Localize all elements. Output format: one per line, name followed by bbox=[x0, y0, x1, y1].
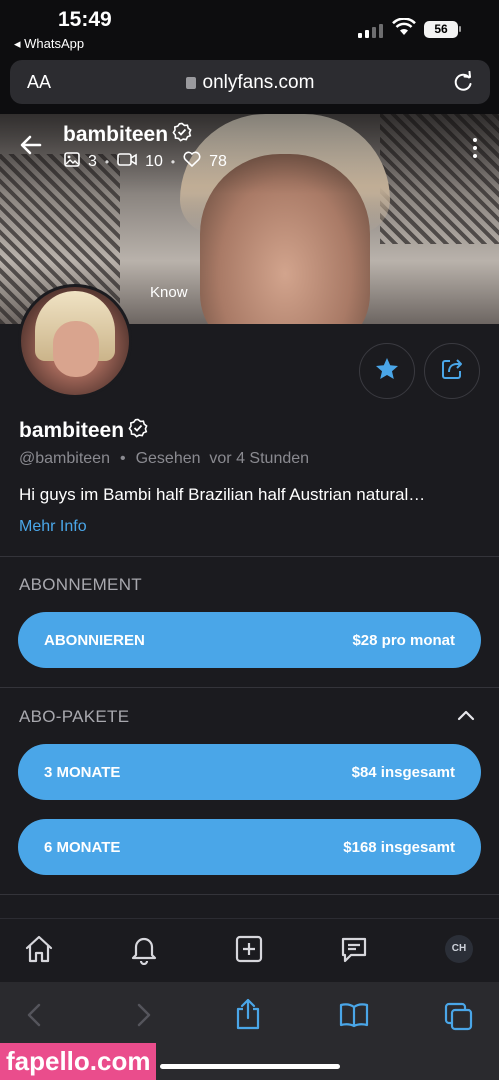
battery-indicator: 56 bbox=[424, 21, 458, 38]
url-display[interactable]: onlyfans.com bbox=[10, 72, 490, 94]
bundle-price: $168 insgesamt bbox=[343, 838, 455, 856]
back-arrow-icon[interactable] bbox=[20, 134, 42, 161]
header-stats: 3 • 10 • 78 bbox=[64, 151, 227, 172]
star-icon bbox=[374, 356, 400, 387]
profile-handle: @bambiteen bbox=[19, 450, 110, 467]
watermark: fapello.com bbox=[0, 1043, 157, 1080]
last-seen: Gesehen vor 4 Stunden bbox=[135, 450, 310, 467]
subscribe-button[interactable]: ABONNIEREN $28 pro monat bbox=[18, 612, 481, 668]
home-icon[interactable] bbox=[23, 933, 55, 970]
subscribe-label: ABONNIEREN bbox=[44, 631, 145, 649]
profile-name: bambiteen bbox=[19, 418, 148, 444]
profile-name-text: bambiteen bbox=[19, 419, 125, 442]
clock: 15:49 bbox=[58, 8, 112, 31]
safari-forward-icon[interactable] bbox=[132, 1002, 154, 1033]
subscribe-price: $28 pro monat bbox=[352, 631, 455, 649]
header-profile-name: bambiteen bbox=[63, 122, 192, 148]
divider bbox=[0, 894, 499, 895]
home-indicator bbox=[160, 1064, 340, 1069]
url-text: onlyfans.com bbox=[202, 72, 315, 93]
battery-tip bbox=[459, 26, 461, 32]
reload-icon[interactable] bbox=[452, 70, 474, 98]
more-info-link[interactable]: Mehr Info bbox=[19, 518, 87, 536]
bundles-title: ABO-PAKETE bbox=[19, 707, 130, 726]
header-name-text: bambiteen bbox=[63, 123, 169, 146]
browser-toolbar: AA onlyfans.com bbox=[0, 56, 499, 114]
add-square-icon[interactable] bbox=[233, 933, 265, 970]
bundle-button[interactable]: 6 MONATE $168 insgesamt bbox=[18, 819, 481, 875]
safari-share-icon[interactable] bbox=[234, 998, 262, 1035]
share-button[interactable] bbox=[424, 343, 480, 399]
handle-separator: • bbox=[119, 450, 126, 467]
bundle-label: 6 MONATE bbox=[44, 838, 121, 856]
wifi-icon bbox=[392, 17, 416, 41]
safari-back-icon[interactable] bbox=[24, 1002, 46, 1033]
bundle-price: $84 insgesamt bbox=[351, 763, 455, 781]
videos-count: 10 bbox=[145, 152, 163, 170]
app-bottom-nav: CH bbox=[0, 918, 499, 982]
divider bbox=[0, 556, 499, 557]
stats-separator: • bbox=[170, 154, 176, 169]
profile-handle-line: @bambiteen • Gesehen vor 4 Stunden bbox=[19, 450, 309, 468]
avatar-face bbox=[53, 321, 99, 377]
user-avatar-button[interactable]: CH bbox=[445, 935, 473, 963]
video-icon bbox=[117, 152, 137, 172]
lock-icon bbox=[185, 77, 196, 89]
likes-count: 78 bbox=[209, 152, 227, 170]
bundle-label: 3 MONATE bbox=[44, 763, 121, 781]
back-to-app-link[interactable]: ◂ WhatsApp bbox=[14, 36, 84, 52]
status-bar: 15:49 ◂ WhatsApp 56 bbox=[0, 0, 499, 56]
verified-badge-icon bbox=[128, 418, 148, 444]
favorite-button[interactable] bbox=[359, 343, 415, 399]
chevron-up-icon[interactable] bbox=[457, 708, 475, 726]
tabs-icon[interactable] bbox=[444, 1002, 474, 1037]
kebab-icon[interactable] bbox=[473, 138, 477, 158]
share-icon bbox=[439, 356, 465, 387]
cellular-signal-icon bbox=[358, 24, 383, 38]
bundle-button[interactable]: 3 MONATE $84 insgesamt bbox=[18, 744, 481, 800]
divider bbox=[0, 687, 499, 688]
message-icon[interactable] bbox=[338, 933, 370, 970]
back-app-label: WhatsApp bbox=[24, 36, 85, 51]
avatar[interactable] bbox=[18, 284, 132, 398]
stats-separator: • bbox=[104, 154, 110, 169]
subscription-title: ABONNEMENT bbox=[19, 575, 142, 594]
cover-caption: Know bbox=[150, 284, 188, 301]
verified-badge-icon bbox=[172, 122, 192, 148]
bookmarks-icon[interactable] bbox=[338, 1002, 370, 1033]
photos-count: 3 bbox=[88, 152, 97, 170]
heart-icon bbox=[183, 151, 201, 172]
address-bar[interactable]: AA onlyfans.com bbox=[10, 60, 490, 104]
profile-bio: Hi guys im Bambi half Brazilian half Aus… bbox=[19, 485, 426, 504]
bell-icon[interactable] bbox=[128, 933, 160, 970]
image-icon bbox=[64, 151, 80, 172]
